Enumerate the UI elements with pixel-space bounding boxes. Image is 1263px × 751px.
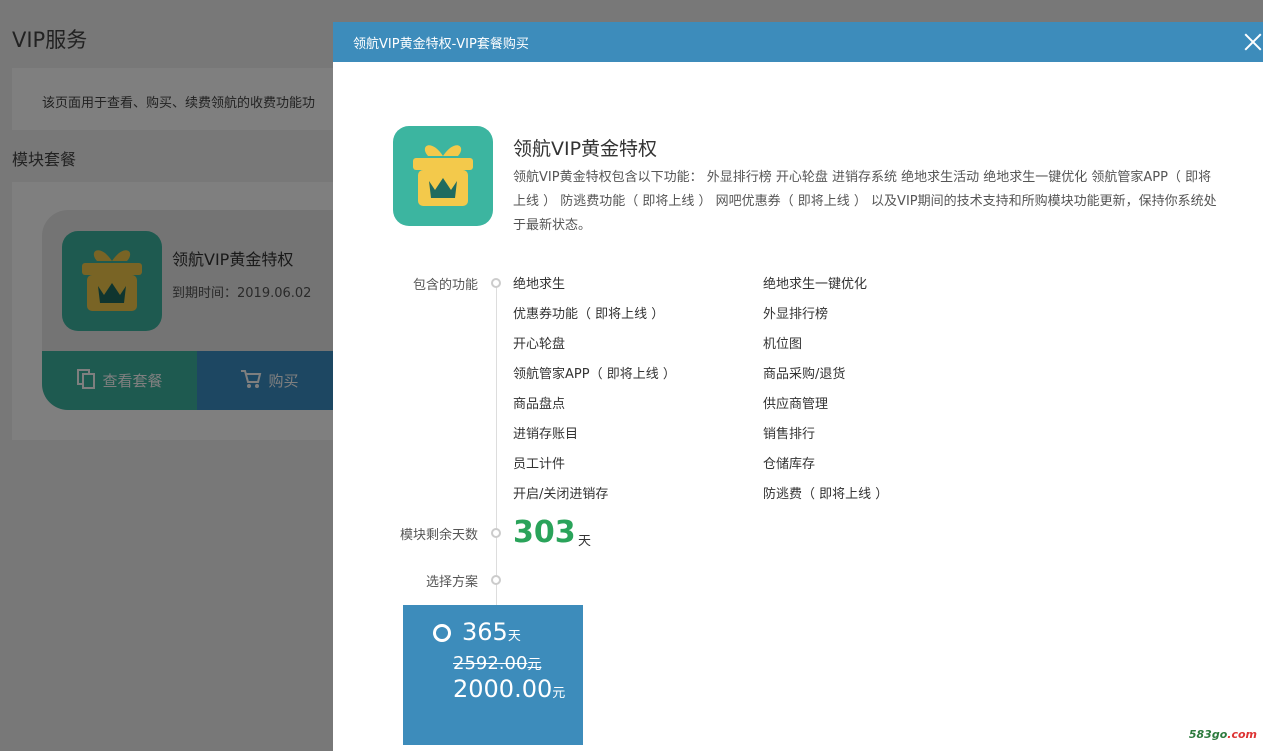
remaining-days-label: 模块剩余天数: [399, 528, 478, 543]
plan-option-365[interactable]: 365天 2592.00元 2000.00元: [403, 605, 583, 745]
plan-original-price-unit: 元: [527, 657, 542, 673]
plan-radio[interactable]: [433, 624, 451, 642]
feature-item: 开心轮盘: [513, 337, 566, 352]
feature-item: 领航管家APP（ 即将上线 ）: [513, 367, 676, 382]
product-title: 领航VIP黄金特权: [513, 138, 658, 160]
timeline-dot-features: [491, 278, 501, 288]
remaining-days-value: 303: [513, 515, 576, 550]
modal-header: 领航VIP黄金特权-VIP套餐购买: [333, 22, 1263, 62]
plan-price-unit: 元: [552, 686, 566, 701]
watermark: 583go.com: [1189, 728, 1257, 741]
feature-item: 仓储库存: [763, 457, 816, 472]
plan-original-price: 2592.00元: [453, 653, 541, 674]
features-list: 绝地求生 绝地求生一键优化 优惠券功能（ 即将上线 ） 外显排行榜 开心轮盘 机…: [513, 273, 1013, 513]
watermark-suffix: .com: [1227, 728, 1257, 741]
modal-title: 领航VIP黄金特权-VIP套餐购买: [353, 36, 529, 52]
choose-plan-label: 选择方案: [425, 575, 478, 590]
watermark-main: 583go: [1188, 728, 1228, 741]
feature-item: 绝地求生: [513, 277, 566, 292]
plan-days-unit: 天: [507, 629, 521, 644]
feature-item: 进销存账目: [513, 427, 579, 442]
timeline-dot-plan: [491, 575, 501, 585]
plan-price: 2000.00元: [453, 675, 565, 703]
feature-item: 供应商管理: [763, 397, 829, 412]
feature-item: 优惠券功能（ 即将上线 ）: [513, 307, 665, 322]
remaining-days-unit: 天: [578, 534, 592, 549]
plan-days-value: 365: [462, 618, 508, 646]
feature-item: 员工计件: [513, 457, 566, 472]
plan-days: 365天: [462, 618, 521, 646]
product-description: 领航VIP黄金特权包含以下功能： 外显排行榜 开心轮盘 进销存系统 绝地求生活动…: [513, 170, 1217, 233]
purchase-modal: 领航VIP黄金特权-VIP套餐购买 领航VIP黄金特权 领航VIP黄金特权包含以…: [333, 22, 1263, 751]
feature-item: 机位图: [763, 337, 803, 352]
plan-price-value: 2000.00: [453, 675, 553, 703]
plan-original-price-value: 2592.00: [453, 653, 528, 674]
feature-item: 绝地求生一键优化: [763, 277, 868, 292]
feature-item: 外显排行榜: [763, 307, 829, 322]
feature-item: 商品采购/退货: [763, 367, 846, 382]
close-icon[interactable]: [1241, 30, 1263, 54]
timeline-line: [496, 284, 497, 606]
feature-item: 商品盘点: [513, 397, 566, 412]
feature-item: 销售排行: [763, 427, 816, 442]
feature-item: 防逃费（ 即将上线 ）: [763, 487, 889, 502]
feature-item: 开启/关闭进销存: [513, 487, 609, 502]
features-label: 包含的功能: [412, 278, 478, 293]
product-gift-icon: [393, 126, 493, 226]
timeline-dot-remaining: [491, 528, 501, 538]
